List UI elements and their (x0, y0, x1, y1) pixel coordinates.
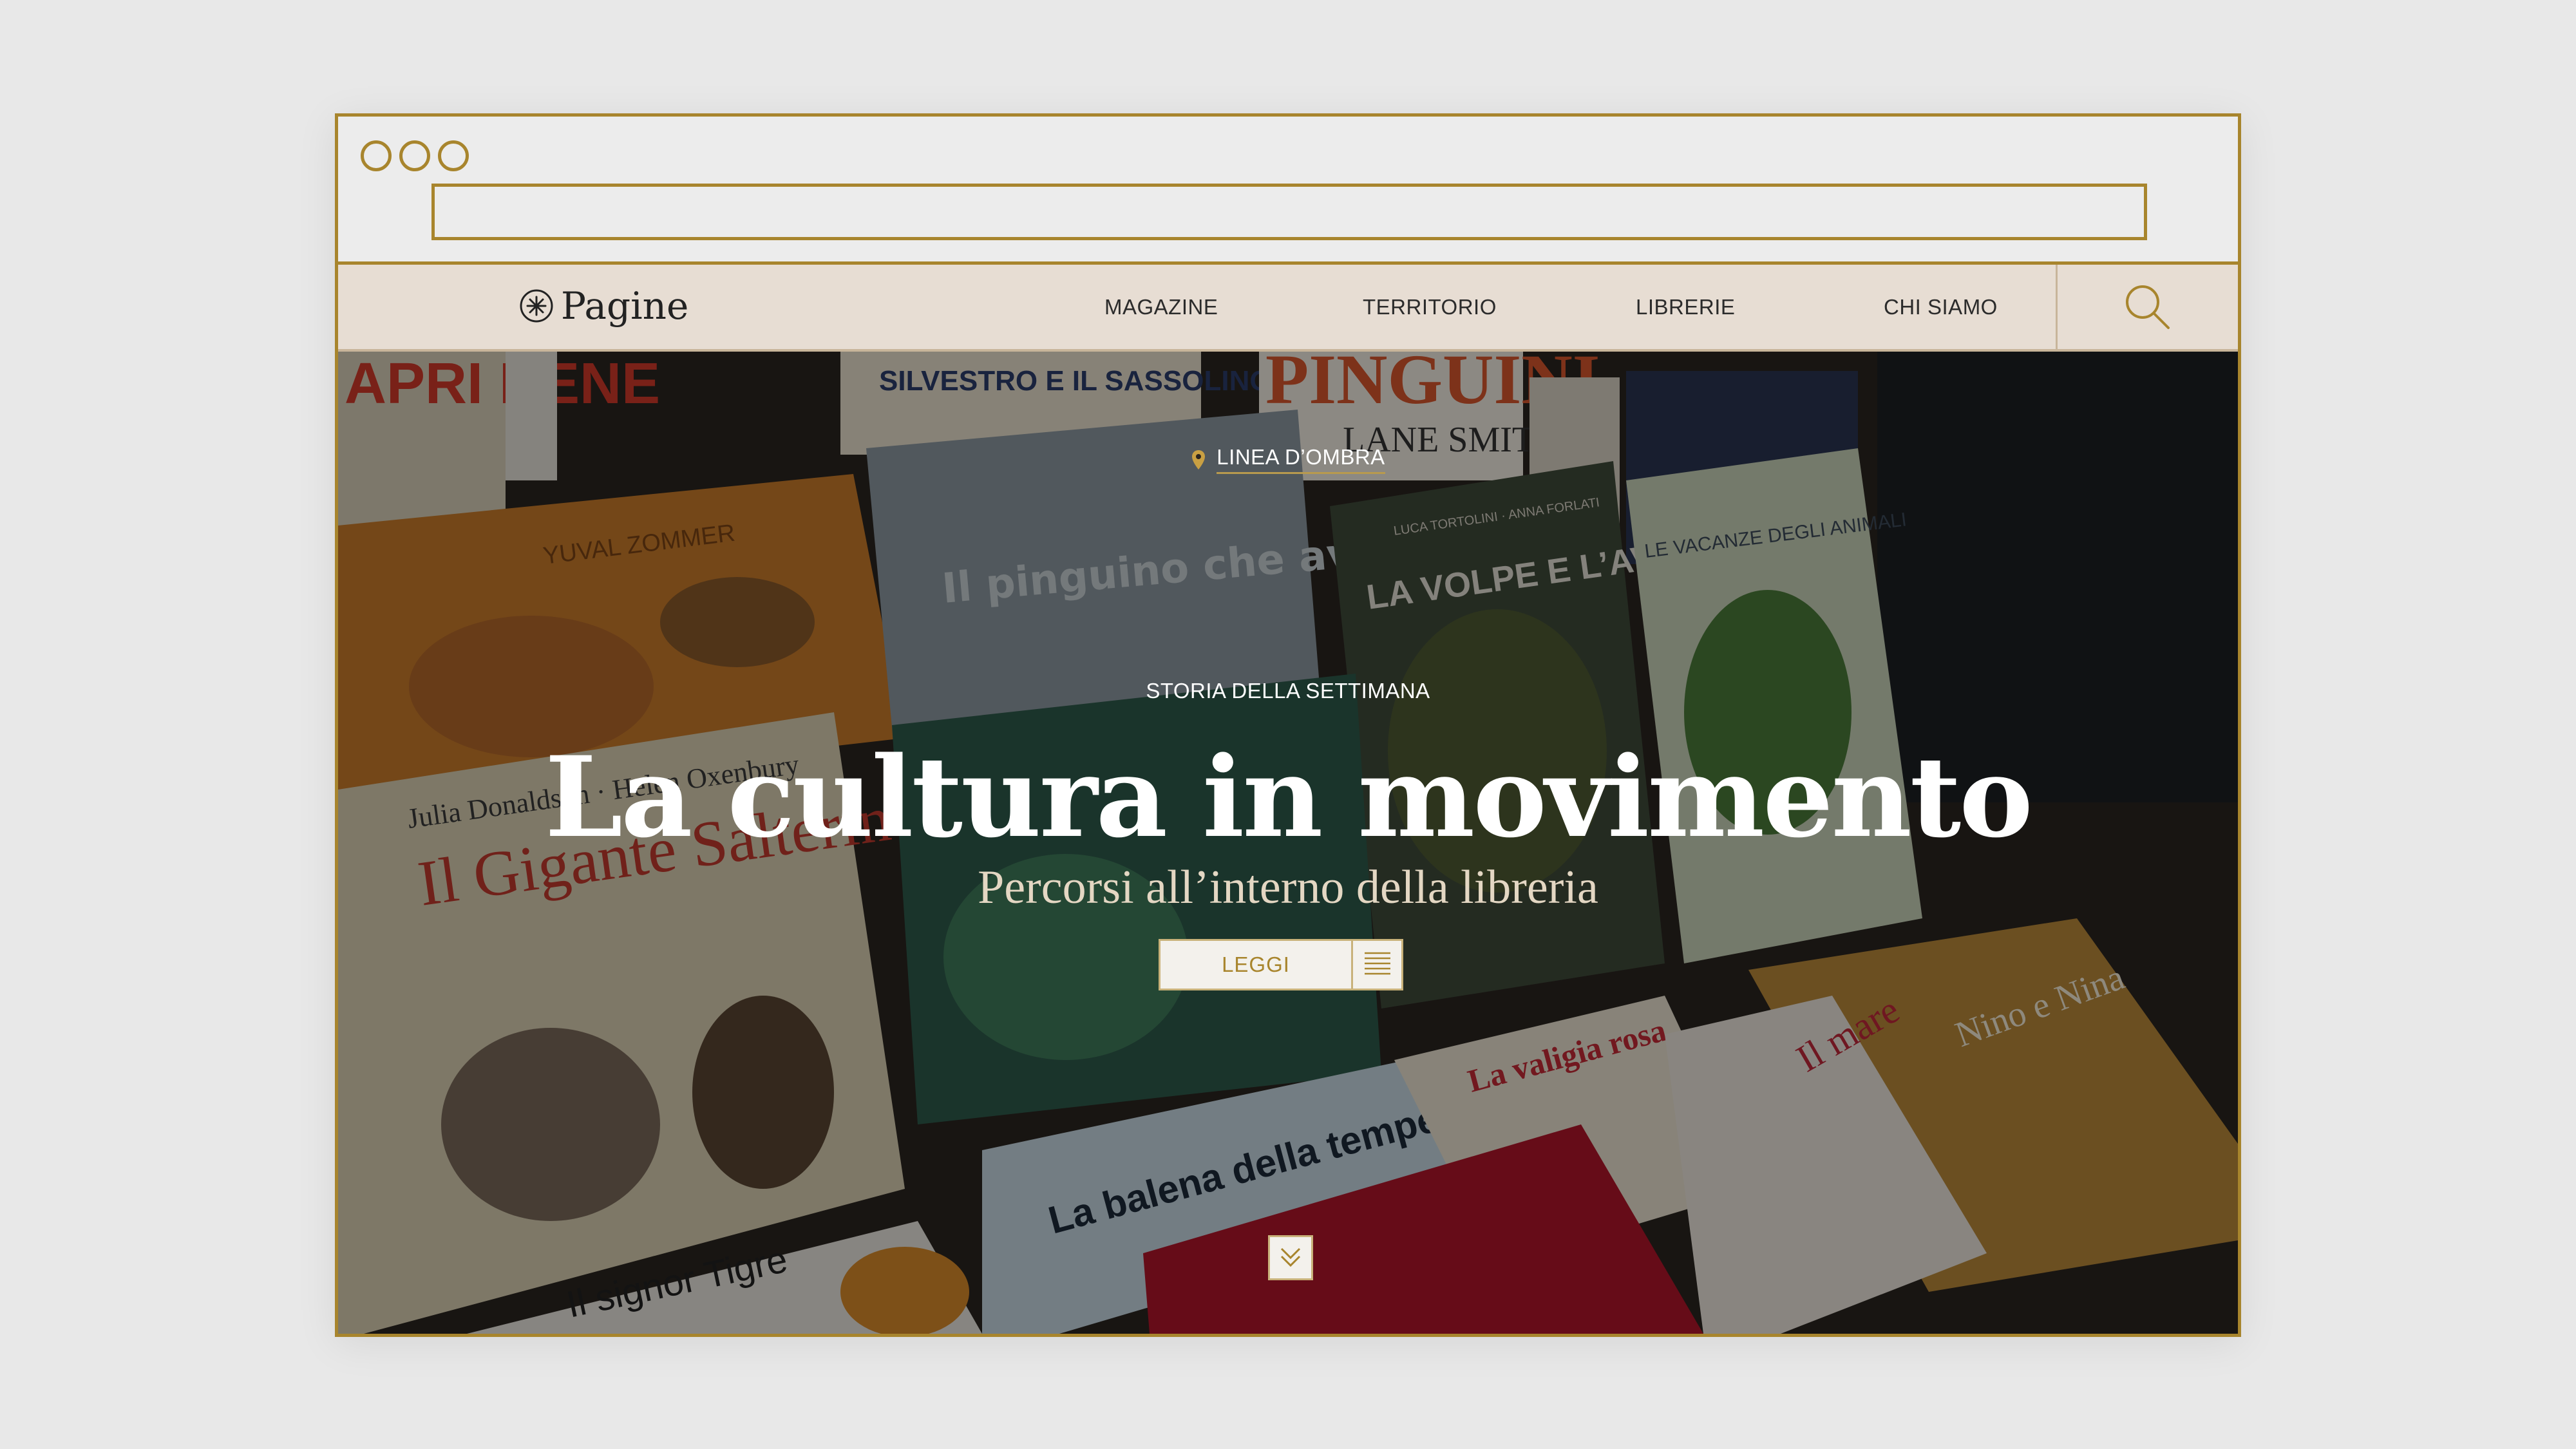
nav-item-chi-siamo[interactable]: CHI SIAMO (1884, 295, 1998, 319)
nav-item-magazine[interactable]: MAGAZINE (1104, 295, 1218, 319)
nav-item-territorio[interactable]: TERRITORIO (1363, 295, 1497, 319)
location-label[interactable]: LINEA D’OMBRA (1217, 445, 1385, 474)
window-close-dot[interactable] (361, 140, 392, 171)
chevron-double-down-icon (1280, 1247, 1301, 1267)
story-kicker: STORIA DELLA SETTIMANA (1146, 679, 1430, 703)
location-tag[interactable]: LINEA D’OMBRA (338, 445, 2238, 474)
asterisk-circle-icon (520, 289, 553, 323)
cta-group: LEGGI (1159, 939, 1403, 990)
list-button[interactable] (1353, 939, 1403, 990)
site-navbar: Pagine MAGAZINE TERRITORIO LIBRERIE CHI … (338, 265, 2238, 352)
browser-window: Pagine MAGAZINE TERRITORIO LIBRERIE CHI … (335, 113, 2241, 1337)
site-logo[interactable]: Pagine (518, 284, 688, 328)
hero-title: La cultura in movimento (545, 732, 2033, 862)
nav-item-librerie[interactable]: LIBRERIE (1636, 295, 1735, 319)
window-maximize-dot[interactable] (438, 140, 469, 171)
search-button[interactable] (2056, 265, 2238, 349)
hero-subtitle: Percorsi all’interno della libreria (978, 861, 1598, 914)
browser-chrome (338, 117, 2238, 265)
read-button[interactable]: LEGGI (1159, 939, 1353, 990)
map-pin-icon (1192, 450, 1206, 469)
address-bar[interactable] (431, 184, 2147, 240)
scroll-down-button[interactable] (1268, 1235, 1313, 1280)
hero-section: APRI BENE SILVESTRO E IL SASSOLINO MAGIC… (338, 352, 2238, 1334)
logo-text: Pagine (561, 284, 689, 328)
window-controls (361, 140, 469, 171)
search-icon (2126, 285, 2170, 329)
list-icon (1364, 952, 1390, 975)
window-minimize-dot[interactable] (399, 140, 430, 171)
